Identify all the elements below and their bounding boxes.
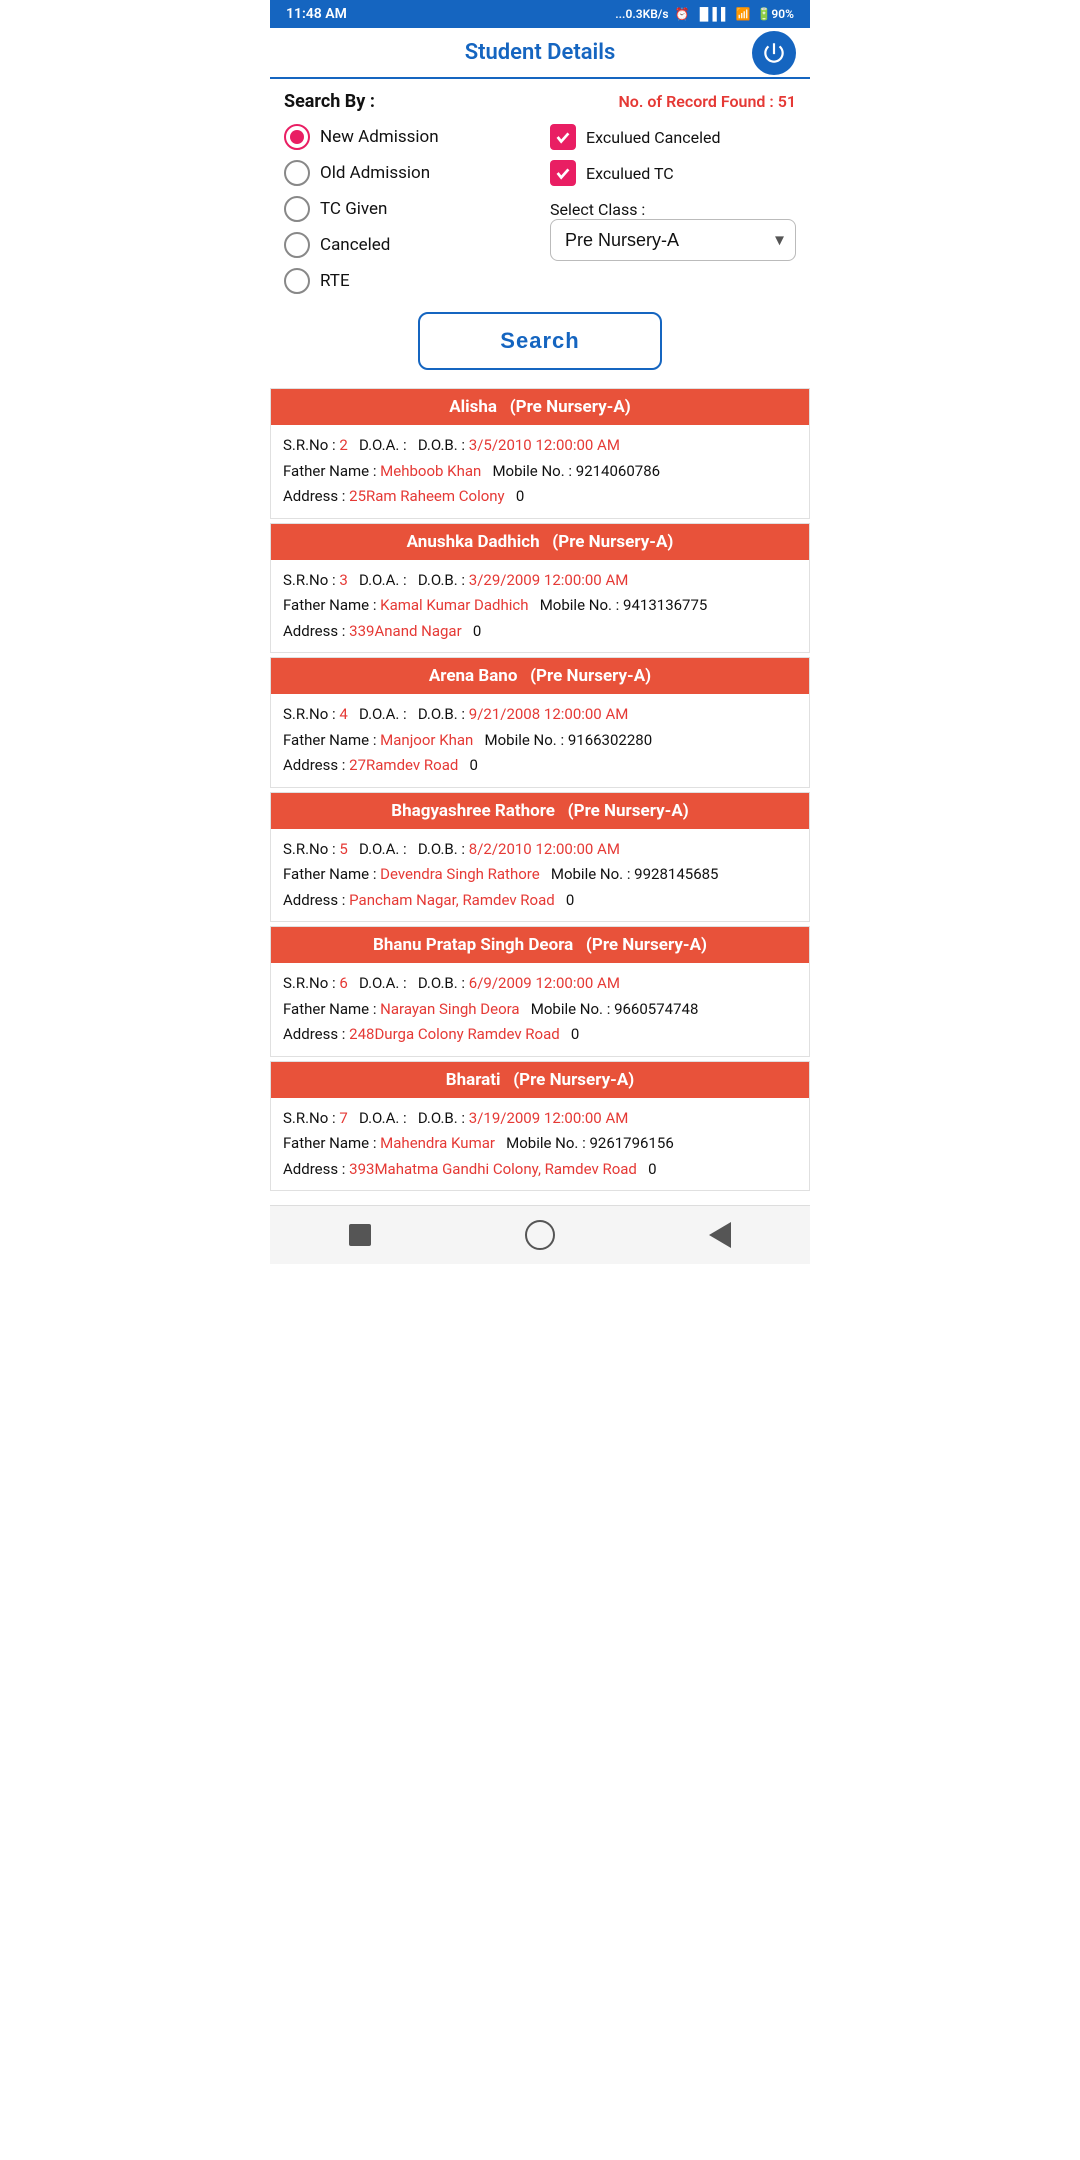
- status-right: ...0.3KB/s ⏰ ▐▌▌▌ 📶 🔋90%: [615, 7, 794, 21]
- filter-grid: New Admission Old Admission TC Given Can…: [284, 124, 796, 294]
- class-select-wrapper: Pre Nursery-A Pre Nursery-B Nursery-A Nu…: [550, 219, 796, 261]
- radio-circle-new-admission: [284, 124, 310, 150]
- radio-label-rte: RTE: [320, 271, 350, 291]
- student-card-header: Arena Bano (Pre Nursery-A): [271, 658, 809, 694]
- radio-canceled[interactable]: Canceled: [284, 232, 540, 258]
- student-card[interactable]: Bhanu Pratap Singh Deora (Pre Nursery-A)…: [270, 926, 810, 1057]
- student-card[interactable]: Anushka Dadhich (Pre Nursery-A) S.R.No :…: [270, 523, 810, 654]
- student-card-body: S.R.No : 3 D.O.A. : D.O.B. : 3/29/2009 1…: [271, 560, 809, 653]
- network-speed: ...0.3KB/s: [615, 7, 668, 21]
- radio-circle-tc-given: [284, 196, 310, 222]
- checkbox-excl-tc[interactable]: Exculued TC: [550, 160, 796, 186]
- radio-rte[interactable]: RTE: [284, 268, 540, 294]
- bottom-nav: [270, 1205, 810, 1264]
- checkbox-label-excl-tc: Exculued TC: [586, 164, 674, 183]
- student-card[interactable]: Alisha (Pre Nursery-A) S.R.No : 2 D.O.A.…: [270, 388, 810, 519]
- checkbox-excl-canceled[interactable]: Exculued Canceled: [550, 124, 796, 150]
- radio-new-admission[interactable]: New Admission: [284, 124, 540, 150]
- student-card-body: S.R.No : 2 D.O.A. : D.O.B. : 3/5/2010 12…: [271, 425, 809, 518]
- header: Student Details: [270, 28, 810, 79]
- nav-back-button[interactable]: [703, 1218, 737, 1252]
- battery-icon: 🔋90%: [756, 7, 794, 21]
- student-card[interactable]: Bharati (Pre Nursery-A) S.R.No : 7 D.O.A…: [270, 1061, 810, 1192]
- select-class-container: Select Class : Pre Nursery-A Pre Nursery…: [550, 196, 796, 261]
- status-time: 11:48 AM: [286, 6, 347, 22]
- student-card-header: Anushka Dadhich (Pre Nursery-A): [271, 524, 809, 560]
- radio-circle-canceled: [284, 232, 310, 258]
- select-class-label: Select Class :: [550, 200, 796, 219]
- nav-stop-button[interactable]: [343, 1218, 377, 1252]
- search-by-row: Search By : No. of Record Found : 51: [284, 91, 796, 112]
- power-button[interactable]: [752, 31, 796, 75]
- radio-old-admission[interactable]: Old Admission: [284, 160, 540, 186]
- home-icon: [525, 1220, 555, 1250]
- signal-icon: ▐▌▌▌: [696, 7, 730, 21]
- wifi-icon: 📶: [736, 7, 751, 21]
- radio-circle-rte: [284, 268, 310, 294]
- search-btn-row: Search: [284, 312, 796, 370]
- student-list: Alisha (Pre Nursery-A) S.R.No : 2 D.O.A.…: [270, 388, 810, 1205]
- radio-tc-given[interactable]: TC Given: [284, 196, 540, 222]
- student-card-body: S.R.No : 6 D.O.A. : D.O.B. : 6/9/2009 12…: [271, 963, 809, 1056]
- checkbox-label-excl-canceled: Exculued Canceled: [586, 128, 720, 147]
- search-area: Search By : No. of Record Found : 51 New…: [270, 79, 810, 388]
- clock-icon: ⏰: [675, 7, 690, 21]
- student-card-header: Bhagyashree Rathore (Pre Nursery-A): [271, 793, 809, 829]
- class-select[interactable]: Pre Nursery-A Pre Nursery-B Nursery-A Nu…: [550, 219, 796, 261]
- checkbox-box-excl-canceled: [550, 124, 576, 150]
- student-card-body: S.R.No : 5 D.O.A. : D.O.B. : 8/2/2010 12…: [271, 829, 809, 922]
- radio-label-tc-given: TC Given: [320, 199, 387, 219]
- status-bar: 11:48 AM ...0.3KB/s ⏰ ▐▌▌▌ 📶 🔋90%: [270, 0, 810, 28]
- student-card-header: Bhanu Pratap Singh Deora (Pre Nursery-A): [271, 927, 809, 963]
- back-icon: [709, 1222, 731, 1248]
- radio-circle-old-admission: [284, 160, 310, 186]
- filter-right: Exculued Canceled Exculued TC Select Cla…: [540, 124, 796, 294]
- student-card-body: S.R.No : 4 D.O.A. : D.O.B. : 9/21/2008 1…: [271, 694, 809, 787]
- radio-label-old-admission: Old Admission: [320, 163, 430, 183]
- radio-label-new-admission: New Admission: [320, 127, 439, 147]
- student-card-header: Bharati (Pre Nursery-A): [271, 1062, 809, 1098]
- search-button[interactable]: Search: [418, 312, 661, 370]
- nav-home-button[interactable]: [523, 1218, 557, 1252]
- checkbox-box-excl-tc: [550, 160, 576, 186]
- student-card-body: S.R.No : 7 D.O.A. : D.O.B. : 3/19/2009 1…: [271, 1098, 809, 1191]
- student-card-header: Alisha (Pre Nursery-A): [271, 389, 809, 425]
- stop-icon: [349, 1224, 371, 1246]
- radio-group: New Admission Old Admission TC Given Can…: [284, 124, 540, 294]
- student-card[interactable]: Arena Bano (Pre Nursery-A) S.R.No : 4 D.…: [270, 657, 810, 788]
- record-count: No. of Record Found : 51: [618, 92, 796, 111]
- radio-label-canceled: Canceled: [320, 235, 390, 255]
- student-card[interactable]: Bhagyashree Rathore (Pre Nursery-A) S.R.…: [270, 792, 810, 923]
- search-by-label: Search By :: [284, 91, 375, 112]
- page-title: Student Details: [465, 40, 616, 65]
